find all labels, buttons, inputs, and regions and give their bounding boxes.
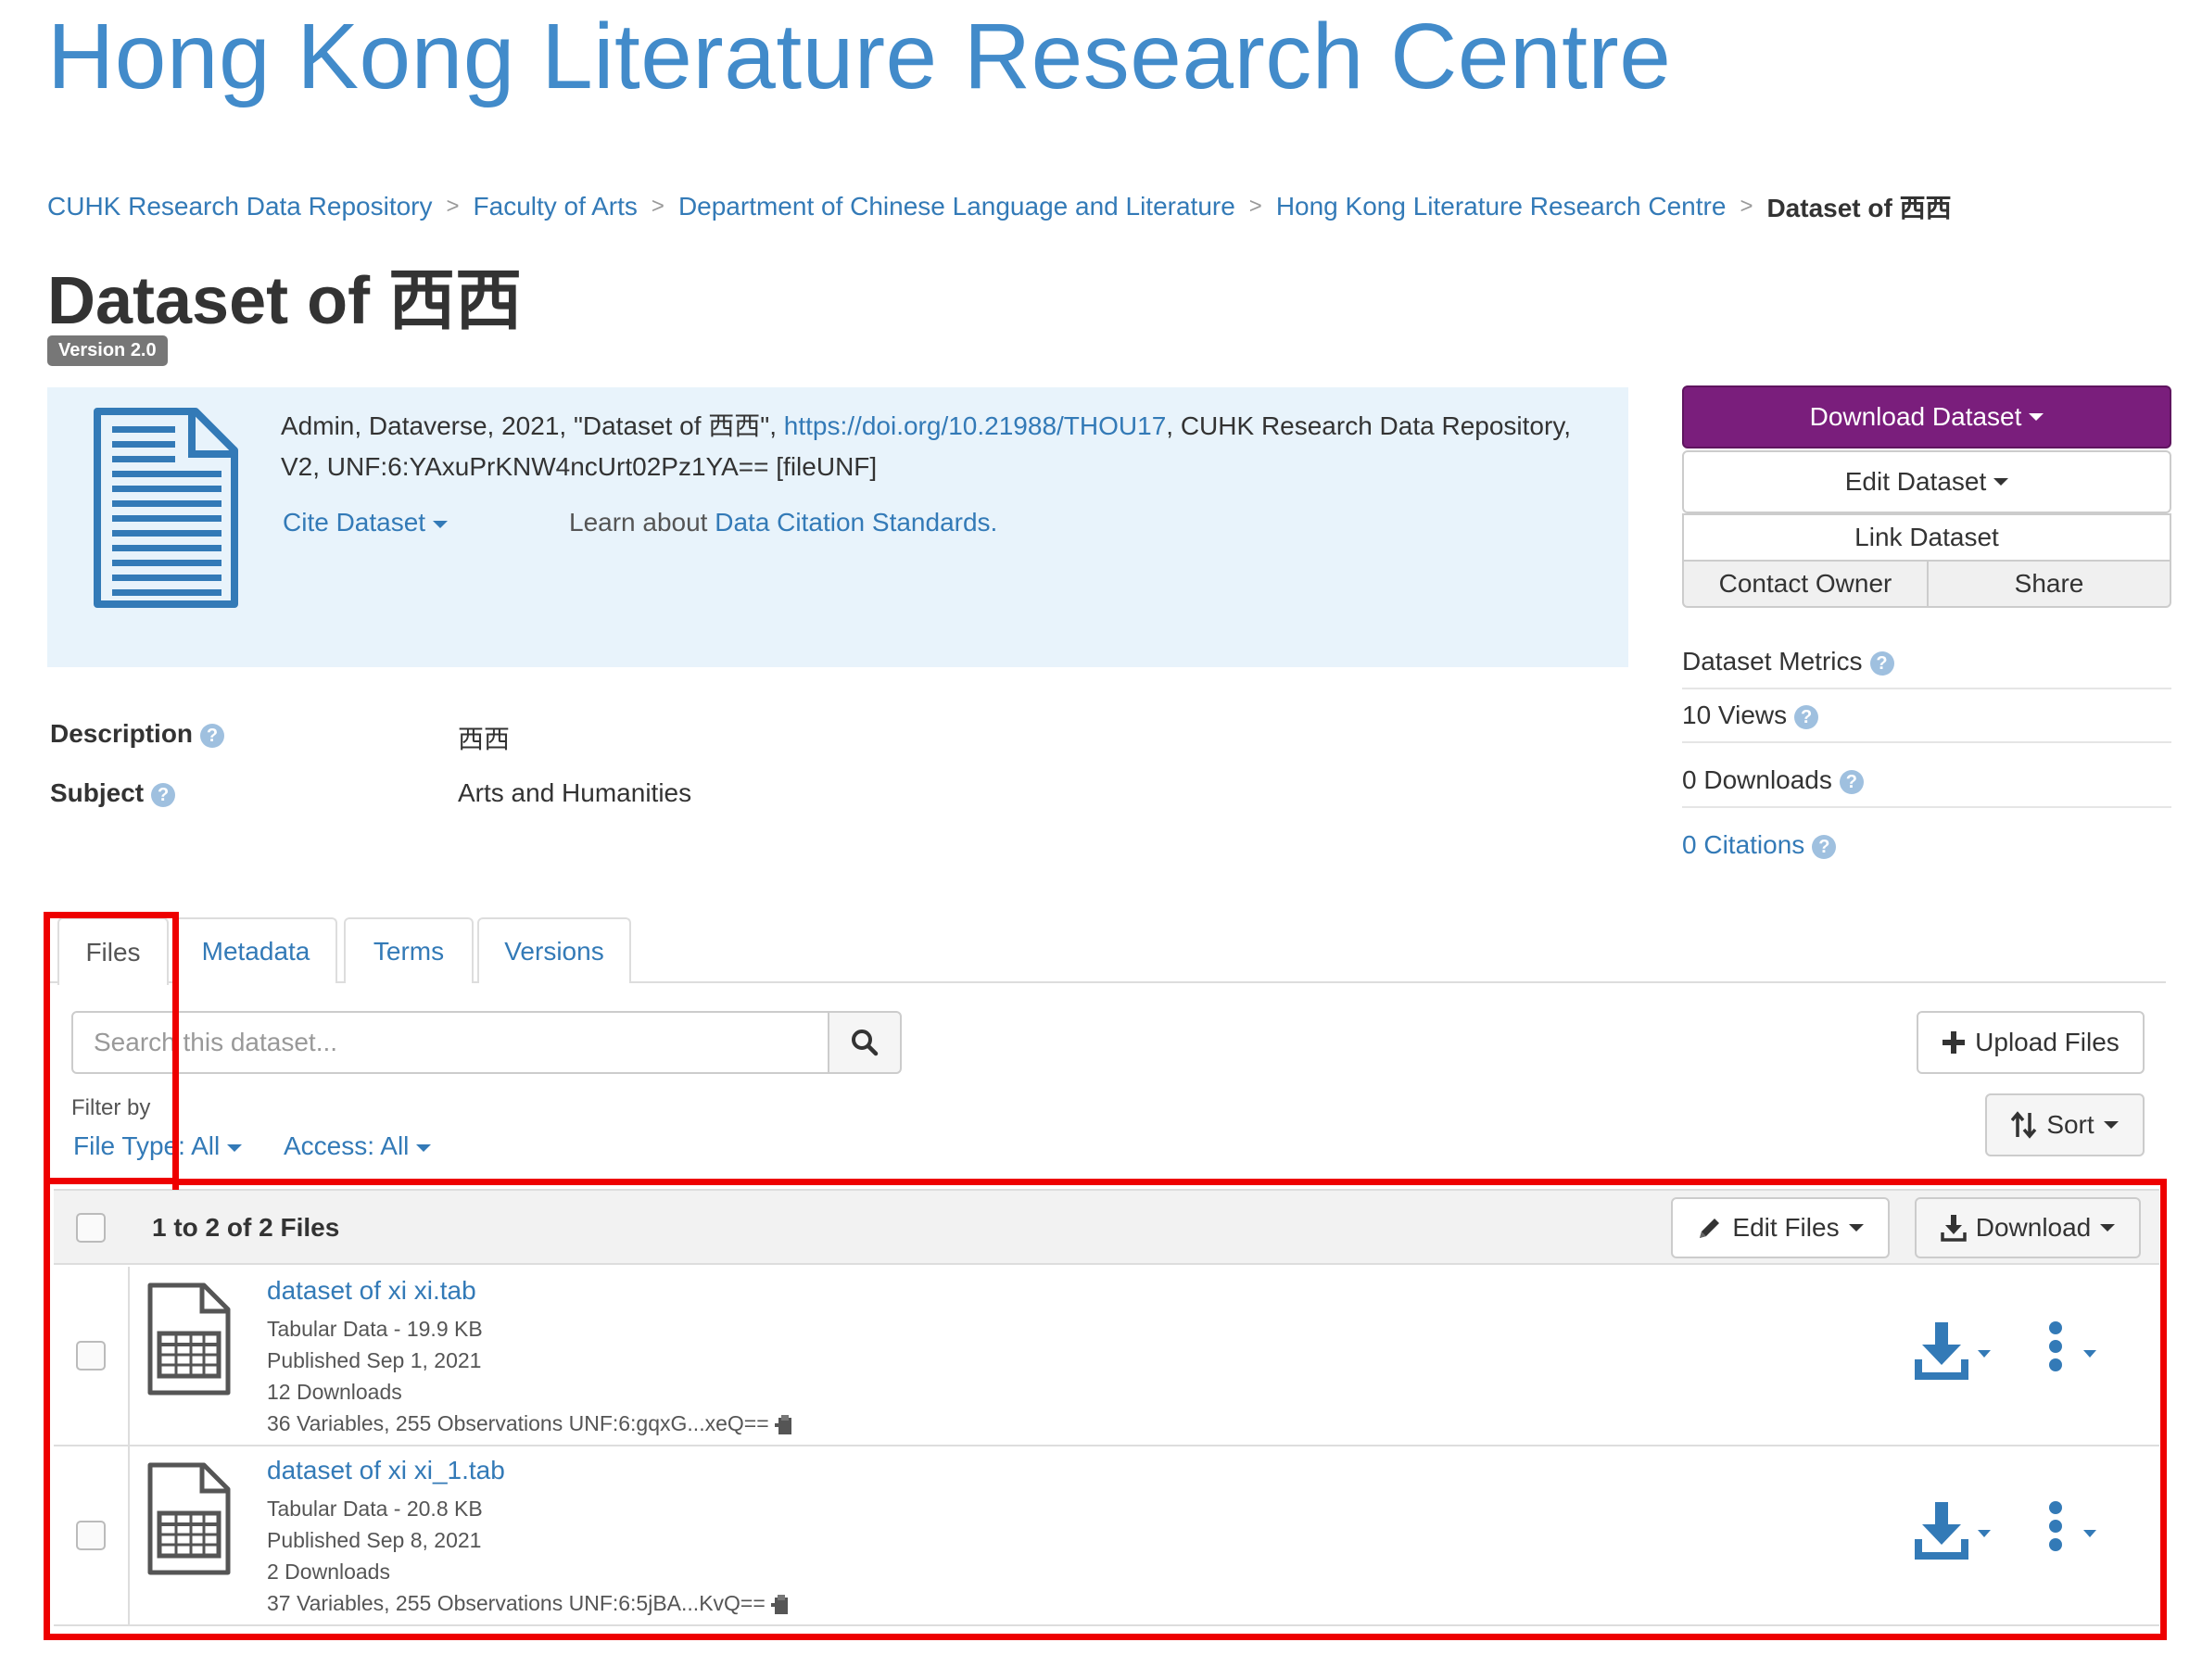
tab-terms[interactable]: Terms <box>344 917 474 983</box>
citation-box: Admin, Dataverse, 2021, "Dataset of 西西",… <box>47 387 1628 667</box>
downloads-metric: 0 Downloads? <box>1682 765 2171 808</box>
breadcrumb-separator: > <box>1740 194 1753 219</box>
description-value: 西西 <box>458 725 511 753</box>
data-citation-standards-link[interactable]: Data Citation Standards. <box>715 508 997 537</box>
upload-files-label: Upload Files <box>1975 1028 2120 1056</box>
edit-dataset-button[interactable]: Edit Dataset <box>1682 450 2171 513</box>
citations-metric: 0 Citations? <box>1682 830 2171 871</box>
help-icon[interactable]: ? <box>151 782 176 807</box>
dataset-metrics-title: Dataset Metrics <box>1682 647 1863 676</box>
caret-down-icon <box>2103 1121 2119 1129</box>
help-icon[interactable]: ? <box>1794 704 1819 729</box>
download-dataset-button[interactable]: Download Dataset <box>1682 385 2171 448</box>
caret-down-icon <box>1993 478 2009 486</box>
tab-versions[interactable]: Versions <box>477 917 631 983</box>
citation-prefix: Admin, Dataverse, 2021, "Dataset of 西西", <box>281 411 784 440</box>
contact-owner-button[interactable]: Contact Owner <box>1682 560 1929 608</box>
description-label: Description? <box>50 719 225 749</box>
caret-down-icon <box>416 1143 432 1152</box>
cite-dataset-button[interactable]: Cite Dataset <box>283 508 449 537</box>
sort-icon <box>2011 1111 2037 1139</box>
subject-value: Arts and Humanities <box>458 778 692 807</box>
annotation-highlight-files-tab <box>44 912 179 1184</box>
breadcrumb-item-faculty[interactable]: Faculty of Arts <box>474 192 638 221</box>
description-label-text: Description <box>50 719 194 748</box>
help-icon[interactable]: ? <box>1869 651 1894 676</box>
plus-icon <box>1943 1031 1966 1054</box>
downloads-count: 0 Downloads <box>1682 765 1832 794</box>
tab-metadata[interactable]: Metadata <box>174 917 337 983</box>
caret-down-icon <box>227 1143 243 1152</box>
caret-down-icon <box>2029 413 2044 421</box>
subject-label-text: Subject <box>50 778 145 807</box>
download-dataset-label: Download Dataset <box>1809 402 2022 431</box>
learn-about-text: Learn about Data Citation Standards. <box>569 508 997 537</box>
access-filter-label: Access: All <box>284 1131 410 1160</box>
breadcrumb-current: Dataset of 西西 <box>1766 194 1952 222</box>
version-badge: Version 2.0 <box>47 335 168 366</box>
cite-dataset-label: Cite Dataset <box>283 508 426 537</box>
learn-about-prefix: Learn about <box>569 508 715 537</box>
breadcrumb-separator: > <box>1248 194 1262 219</box>
citations-link[interactable]: 0 Citations <box>1682 830 1804 859</box>
annotation-highlight-file-list <box>44 1179 2167 1640</box>
link-dataset-button[interactable]: Link Dataset <box>1682 513 2171 562</box>
sort-button[interactable]: Sort <box>1985 1093 2145 1156</box>
edit-dataset-label: Edit Dataset <box>1844 467 1987 496</box>
search-button[interactable] <box>828 1011 902 1074</box>
breadcrumb-item-centre[interactable]: Hong Kong Literature Research Centre <box>1276 192 1727 221</box>
share-button[interactable]: Share <box>1927 560 2171 608</box>
subject-label: Subject? <box>50 778 176 808</box>
search-icon <box>852 1029 879 1056</box>
sort-label: Sort <box>2046 1110 2094 1139</box>
upload-files-button[interactable]: Upload Files <box>1917 1011 2145 1074</box>
dataset-metrics-heading: Dataset Metrics? <box>1682 647 2171 689</box>
breadcrumb-separator: > <box>651 194 664 219</box>
document-icon <box>94 408 238 608</box>
caret-down-icon <box>433 520 449 528</box>
doi-link[interactable]: https://doi.org/10.21988/THOU17 <box>784 411 1166 440</box>
breadcrumb-separator: > <box>446 194 460 219</box>
help-icon[interactable]: ? <box>1839 769 1864 794</box>
site-title[interactable]: Hong Kong Literature Research Centre <box>47 4 1671 110</box>
help-icon[interactable]: ? <box>200 723 225 748</box>
help-icon[interactable]: ? <box>1812 834 1837 859</box>
citation-text: Admin, Dataverse, 2021, "Dataset of 西西",… <box>281 406 1615 487</box>
breadcrumb-item-repository[interactable]: CUHK Research Data Repository <box>47 192 433 221</box>
breadcrumb: CUHK Research Data Repository > Faculty … <box>47 188 1952 225</box>
page-title: Dataset of 西西 <box>47 264 523 338</box>
breadcrumb-item-department[interactable]: Department of Chinese Language and Liter… <box>678 192 1235 221</box>
views-metric: 10 Views? <box>1682 701 2171 743</box>
search-input[interactable]: Search this dataset... <box>71 1011 829 1074</box>
access-filter[interactable]: Access: All <box>284 1131 432 1161</box>
views-count: 10 Views <box>1682 701 1788 729</box>
